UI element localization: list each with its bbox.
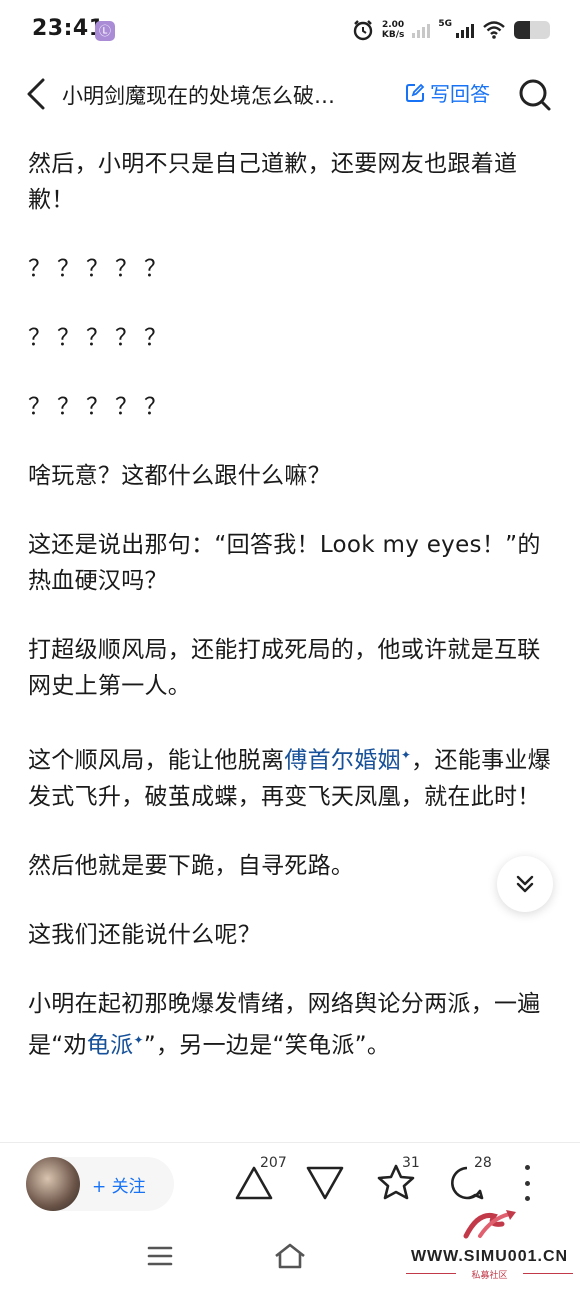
next-answer-button[interactable]	[497, 856, 553, 912]
menu-icon	[147, 1246, 173, 1266]
status-indicators: 2.00 KB/s 5G	[352, 16, 550, 44]
dot-icon	[524, 1196, 530, 1201]
sparkle-icon: ✦	[133, 1032, 144, 1047]
write-answer-button[interactable]: 写回答	[404, 78, 490, 107]
watermark-url: WWW.SIMU001.CN	[410, 1248, 569, 1265]
status-bar: 23:41 Ⓛ 2.00 KB/s 5G	[0, 0, 580, 62]
network-type: 5G	[438, 19, 452, 29]
more-options-button[interactable]	[514, 1165, 540, 1201]
paragraph-text: 这个顺风局，能让他脱离	[28, 747, 285, 774]
paragraph: 啥玩意？这都什么跟什么嘛？	[28, 463, 331, 489]
keyword-link[interactable]: 傅首尔婚姻	[284, 748, 401, 774]
sparkle-icon: ✦	[400, 748, 412, 762]
upvote-count: 207	[260, 1155, 287, 1171]
avatar[interactable]	[26, 1157, 80, 1211]
comment-count: 28	[474, 1155, 492, 1171]
paragraph: ？？？？？	[28, 394, 173, 420]
paragraph: 小明在起初那晚爆发情绪，网络舆论分两派，一遍是“劝龟派✦”，另一边是“笑龟派”。	[28, 986, 560, 1064]
question-title[interactable]: 小明剑魔现在的处境怎么破…	[62, 80, 382, 110]
double-chevron-down-icon	[516, 875, 534, 893]
dot-icon	[524, 1180, 530, 1186]
alarm-icon	[353, 20, 373, 41]
watermark-logo	[463, 1210, 516, 1239]
follow-button[interactable]: + 关注	[92, 1172, 146, 1197]
watermark: WWW.SIMU001.CN 私募社区	[402, 1206, 577, 1284]
net-speed-unit: KB/s	[381, 30, 405, 40]
watermark-subtitle: 私募社区	[471, 1271, 508, 1281]
status-time: 23:41	[32, 16, 105, 41]
paragraph-text: ”，另一边是“笑龟派”。	[143, 1032, 391, 1059]
paragraph: 然后他就是要下跪，自寻死路。	[28, 852, 355, 879]
net-speed: 2.00 KB/s	[382, 20, 404, 40]
author-pill: + 关注	[26, 1157, 174, 1211]
watermark-divider	[523, 1273, 573, 1274]
downvote-button[interactable]	[303, 1161, 347, 1205]
app-notification-icon: Ⓛ	[95, 21, 115, 41]
top-nav: 小明剑魔现在的处境怎么破… 写回答	[0, 62, 580, 128]
battery-icon	[514, 21, 550, 39]
paragraph: 这个顺风局，能让他脱离傅首尔婚姻✦，还能事业爆发式飞升，破茧成蝶，再变飞天凤凰，…	[28, 737, 560, 815]
sim1-signal-icon	[412, 22, 431, 38]
net-speed-value: 2.00	[381, 20, 405, 30]
back-button[interactable]	[18, 76, 54, 112]
paragraph: 这还是说出那句：“回答我！Look my eyes！”的热血硬汉吗？	[28, 532, 541, 594]
wifi-icon	[483, 21, 505, 39]
answer-content: 然后，小明不只是自己道歉，还要网友也跟着道歉！ ？？？？？ ？？？？？ ？？？？…	[28, 146, 560, 1096]
menu-button[interactable]	[140, 1240, 180, 1272]
home-button[interactable]	[270, 1240, 310, 1272]
paragraph: ？？？？？	[28, 256, 173, 282]
write-answer-label: 写回答	[430, 82, 490, 106]
keyword-link[interactable]: 龟派	[87, 1032, 134, 1058]
favorite-count: 31	[402, 1155, 420, 1171]
edit-icon	[406, 83, 425, 102]
paragraph: ？？？？？	[28, 325, 173, 351]
sim2-signal-icon	[456, 22, 474, 38]
paragraph: 这我们还能说什么呢？	[28, 921, 261, 948]
paragraph: 打超级顺风局，还能打成死局的，他或许就是互联网史上第一人。	[28, 637, 541, 699]
back-arrow-icon	[27, 78, 45, 110]
downvote-icon	[306, 1166, 344, 1200]
home-icon	[275, 1243, 305, 1269]
search-button[interactable]	[516, 76, 554, 114]
search-icon	[519, 79, 551, 111]
battery-level	[514, 21, 531, 39]
paragraph: 然后，小明不只是自己道歉，还要网友也跟着道歉！	[28, 151, 518, 213]
dot-icon	[524, 1165, 530, 1170]
